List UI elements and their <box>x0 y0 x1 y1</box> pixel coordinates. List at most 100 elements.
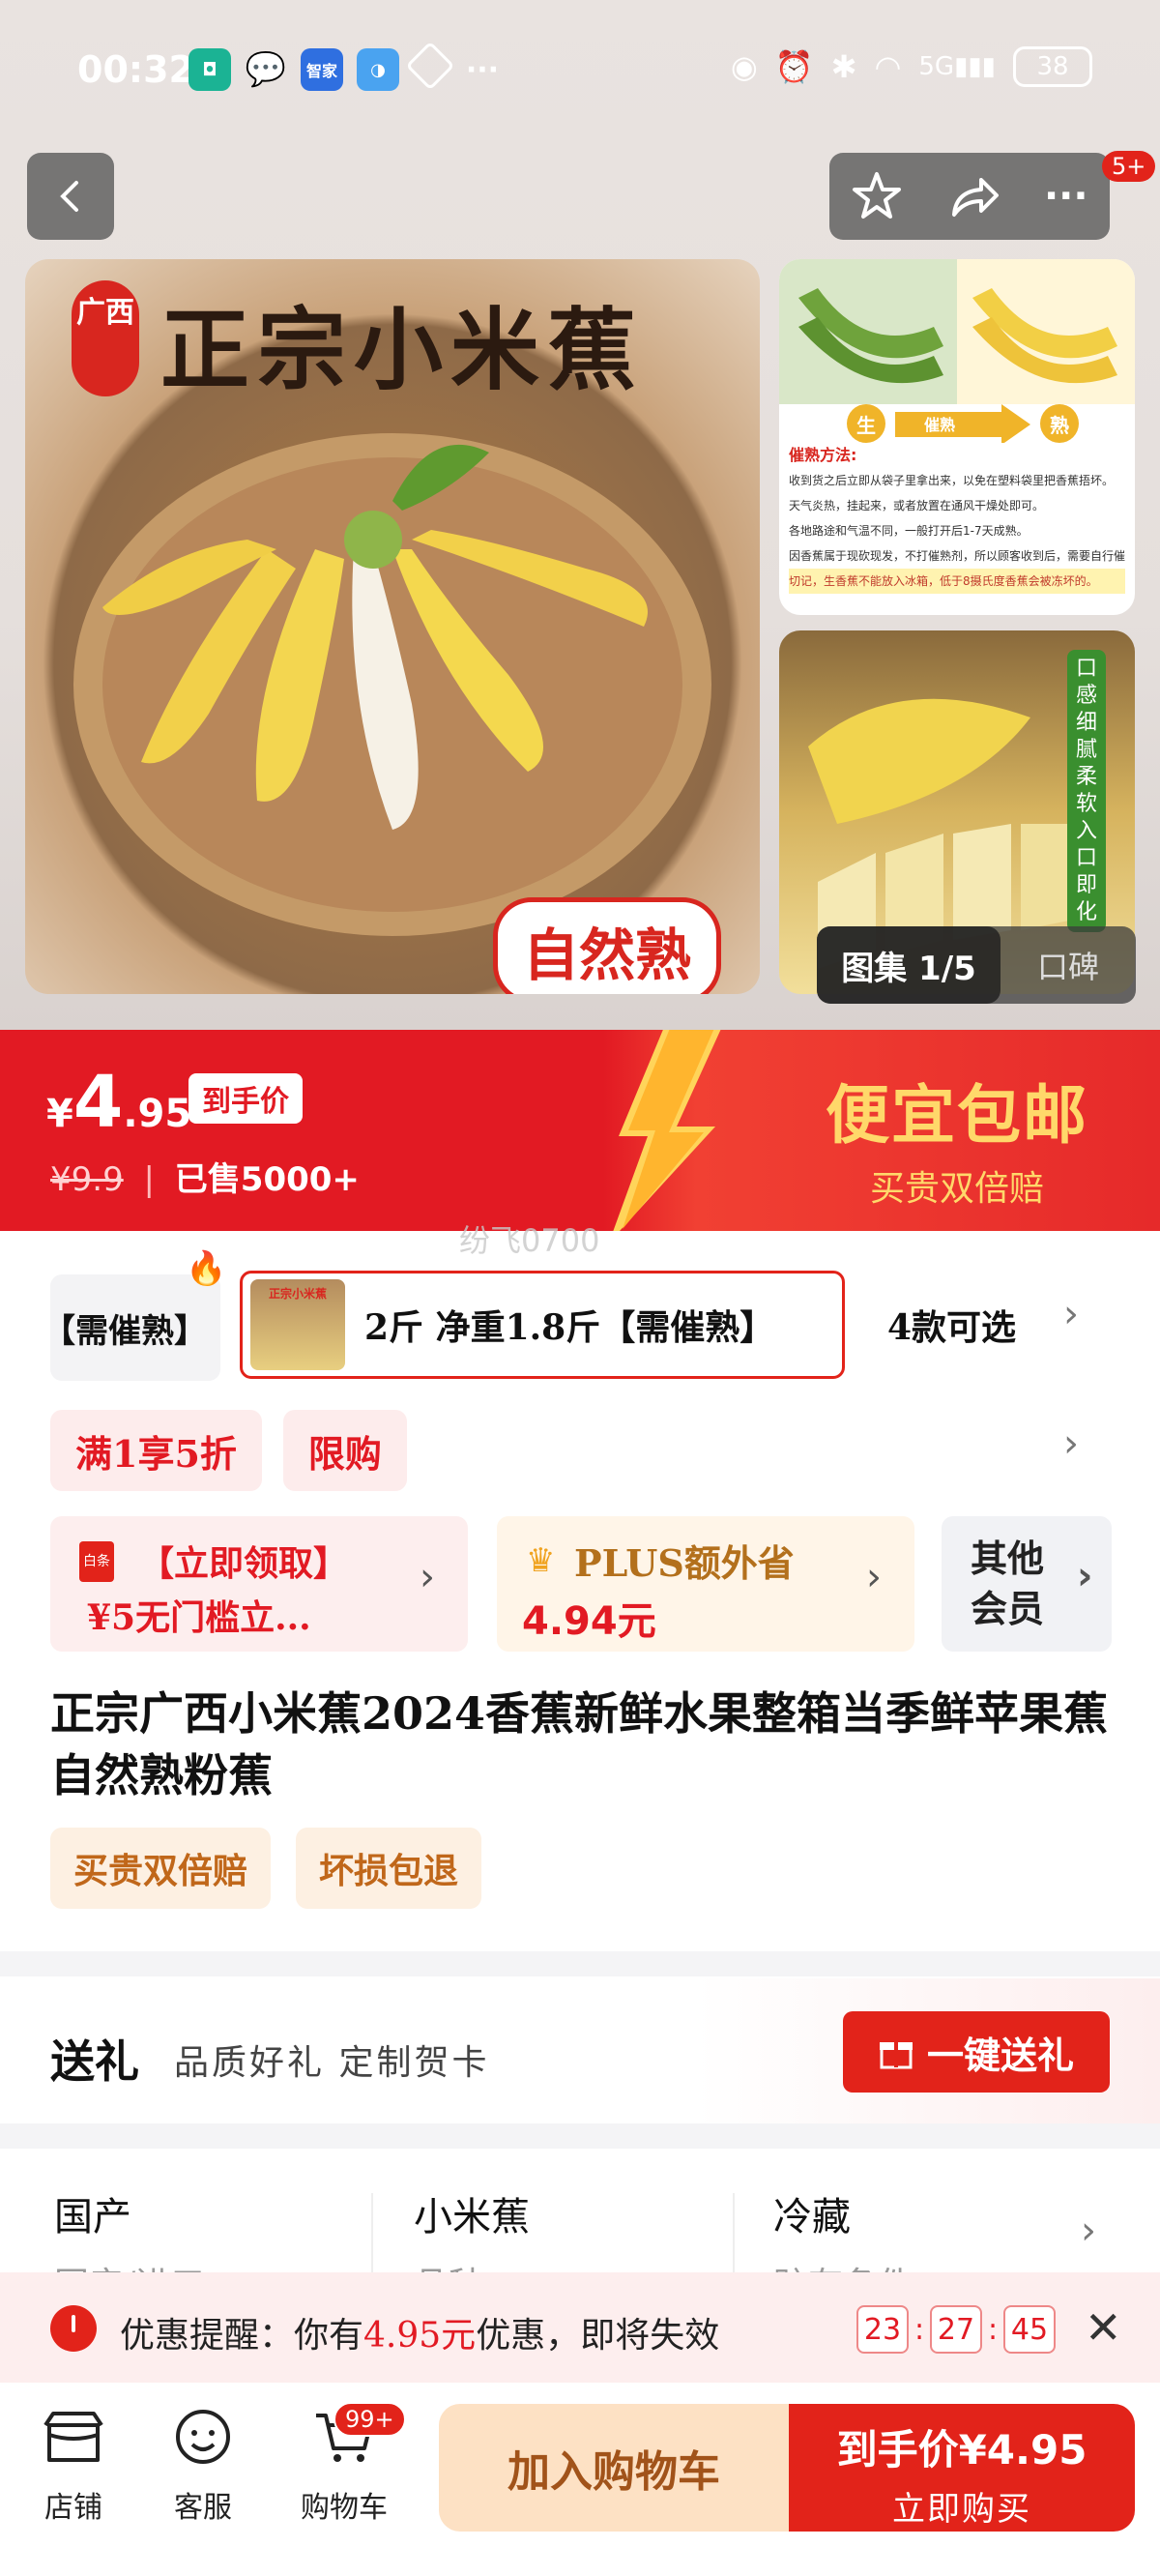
coupon-plus[interactable]: ♛ PLUS额外省 4.94元 › <box>497 1516 914 1652</box>
reviews-tab[interactable]: 口碑 <box>1000 943 1136 987</box>
weather-icon: ◑ <box>357 48 399 91</box>
damage-refund-badge[interactable]: 坏损包退 <box>296 1828 482 1909</box>
chevron-right-icon[interactable]: › <box>1063 1421 1079 1466</box>
thumbnail-ripening-guide[interactable]: 生 催熟 熟 催熟方法: 收到货之后立即从袋子里拿出来，以免在塑料袋里把香蕉捂坏… <box>779 259 1135 615</box>
chevron-right-icon: › <box>866 1555 882 1599</box>
spec-row[interactable]: 国产 国产/进口 小米蕉 品种 冷藏 贮存条件 › <box>0 2149 1160 2305</box>
natural-ripe-label: 自然熟 <box>493 897 722 994</box>
promo-subline: 买贵双倍赔 <box>869 1169 1044 1209</box>
service-label: 客服 <box>174 2491 232 2525</box>
coupon-row: 白条 【立即领取】 ¥5无门槛立... › ♛ PLUS额外省 4.94元 › … <box>50 1516 1133 1652</box>
cart-count-badge: 99+ <box>334 2402 406 2437</box>
coupon-claim: 【立即领取】 <box>139 1543 349 1584</box>
chevron-right-icon: › <box>420 1555 435 1599</box>
gift-icon <box>879 2042 913 2069</box>
smile-chat-icon <box>176 2410 230 2464</box>
ripening-heading: 催熟方法: <box>789 446 857 464</box>
spec-origin-value: 国产 <box>54 2195 131 2239</box>
wechat-icon: 💬 <box>245 50 287 89</box>
variant-selector: 【需催熟】 🔥 正宗小米蕉 2斤 净重1.8斤【需催熟】 4款可选 › <box>0 1249 1160 1381</box>
purchase-limit-tag[interactable]: 限购 <box>282 1410 407 1491</box>
sold-count: 已售5000+ <box>174 1160 360 1199</box>
discount-reminder: 优惠提醒：你有4.95元优惠，即将失效 23 : 27 : 45 ✕ <box>0 2272 1160 2383</box>
promo-headline: 便宜包邮 <box>826 1077 1088 1153</box>
status-bar: 00:32 ◘ 💬 智家 ◑ ··· ◉ ⏰ ✱ ◠ 5G▮▮▮ 38 <box>0 0 1160 145</box>
ripening-line: 各地路途和气温不同，一般打开后1-7天成熟。 <box>789 524 1029 538</box>
variant-thumbnail: 正宗小米蕉 <box>250 1279 345 1370</box>
ripening-instructions: 催熟方法: 收到货之后立即从袋子里拿出来，以免在塑料袋里把香蕉捂坏。 天气炎热，… <box>789 443 1125 594</box>
coupon-other-members[interactable]: 其他 会员 › <box>942 1516 1112 1652</box>
alarm-icon: ⏰ <box>774 48 814 85</box>
favorite-star-icon[interactable] <box>851 170 903 222</box>
to-hand-price-tag: 到手价 <box>188 1073 303 1124</box>
gallery-indicator[interactable]: 图集 1/5 口碑 <box>817 926 1136 1004</box>
timer-hours: 23 <box>856 2305 909 2354</box>
chevron-left-icon <box>60 181 78 212</box>
texture-tag: 口感细腻柔软入口即化 <box>1067 650 1106 932</box>
system-icons: ◉ ⏰ ✱ ◠ 5G▮▮▮ 38 <box>731 46 1092 87</box>
battery-level: 38 <box>1036 52 1069 81</box>
clock-icon <box>50 2305 97 2352</box>
bottom-action-bar: 店铺 客服 购物车 99+ 加入购物车 到手价¥4.95 立即购买 <box>0 2383 1160 2576</box>
top-action-group: ··· <box>829 153 1110 240</box>
reminder-amount: 4.95元 <box>363 2316 477 2356</box>
ripening-line: 收到货之后立即从袋子里拿出来，以免在塑料袋里把香蕉捂坏。 <box>789 474 1115 487</box>
discount-tag[interactable]: 满1享5折 <box>50 1410 262 1491</box>
variant-count[interactable]: 4款可选 <box>887 1300 1016 1350</box>
original-price-line: ¥9.9 | 已售5000+ <box>50 1160 360 1199</box>
share-icon[interactable] <box>946 172 1000 220</box>
gift-title: 送礼 <box>50 2035 139 2088</box>
stage-ripe: 熟 <box>1050 414 1069 437</box>
zhijia-icon: 智家 <box>301 48 343 91</box>
back-button[interactable] <box>27 153 114 240</box>
mijia-icon: ◘ <box>188 48 231 91</box>
chevron-right-icon[interactable]: › <box>1063 1292 1079 1336</box>
gift-subtitle: 品质好礼 定制贺卡 <box>174 2043 490 2083</box>
timer-colon: : <box>987 2312 999 2347</box>
add-to-cart-button[interactable]: 加入购物车 <box>439 2404 789 2532</box>
send-gift-button[interactable]: 一键送礼 <box>843 2011 1110 2093</box>
guangxi-seal: 广西 <box>72 280 139 396</box>
shop-button[interactable]: 店铺 <box>15 2404 131 2526</box>
image-title: 正宗小米蕉 <box>160 298 645 402</box>
variant-option[interactable]: 【需催熟】 <box>50 1274 220 1381</box>
plus-savings-label: PLUS额外省 <box>574 1541 795 1585</box>
more-menu-icon[interactable]: ··· <box>1044 174 1088 219</box>
cheap-free-shipping: 便宜包邮 买贵双倍赔 <box>793 1064 1121 1211</box>
reminder-suffix: 优惠，即将失效 <box>476 2316 720 2356</box>
product-page: 广西 正宗小米蕉 自然熟 生 催熟 熟 催熟方法: 收到货之后立即从袋子里拿出来… <box>0 0 1160 2576</box>
countdown-timer: 23 : 27 : 45 <box>856 2305 1056 2354</box>
price-protect-badge[interactable]: 买贵双倍赔 <box>50 1828 272 1909</box>
baitiao-icon: 白条 <box>79 1541 114 1582</box>
green-yellow-banana-image <box>779 259 1135 443</box>
crown-icon: ♛ <box>526 1541 556 1580</box>
price-integer: 4 <box>72 1061 124 1144</box>
spec-storage-value: 冷藏 <box>773 2195 851 2239</box>
coupon-baitiao[interactable]: 白条 【立即领取】 ¥5无门槛立... › <box>50 1516 468 1652</box>
ripening-line: 切记，生香蕉不能放入冰箱，低于8摄氏度香蕉会被冻坏的。 <box>789 569 1125 594</box>
customer-service-button[interactable]: 客服 <box>145 2404 261 2526</box>
shop-icon <box>44 2412 103 2462</box>
divider <box>0 2123 1160 2149</box>
send-gift-label: 一键送礼 <box>926 2033 1074 2077</box>
eye-icon: ◉ <box>730 48 758 85</box>
variant-option-selected[interactable]: 正宗小米蕉 2斤 净重1.8斤【需催熟】 <box>240 1271 845 1379</box>
spec-variety-value: 小米蕉 <box>414 2195 530 2239</box>
price-banner: ¥4.95 到手价 ¥9.9 | 已售5000+ 便宜包邮 买贵双倍赔 <box>0 1030 1160 1231</box>
watermark: 纷飞0700 <box>459 1222 600 1259</box>
buy-now-button[interactable]: 到手价¥4.95 立即购买 <box>789 2404 1135 2532</box>
cart-label: 购物车 <box>301 2491 388 2525</box>
bluetooth-icon: ✱ <box>830 48 857 85</box>
price-block: ¥4.95 <box>46 1061 191 1144</box>
close-icon[interactable]: ✕ <box>1085 2301 1122 2354</box>
chevron-right-icon: › <box>1081 2209 1096 2253</box>
lightning-icon <box>613 1030 721 1231</box>
timer-colon: : <box>914 2312 925 2347</box>
main-product-image[interactable]: 广西 正宗小米蕉 自然熟 <box>25 259 760 994</box>
notification-icons: ◘ 💬 智家 ◑ ··· <box>188 41 504 91</box>
plus-savings-amount: 4.94元 <box>522 1599 656 1644</box>
original-price: ¥9.9 <box>50 1160 124 1199</box>
gallery-count[interactable]: 图集 1/5 <box>817 926 1000 1004</box>
variant-label: 2斤 净重1.8斤【需催熟】 <box>364 1307 775 1348</box>
price-decimal: .95 <box>123 1092 192 1136</box>
